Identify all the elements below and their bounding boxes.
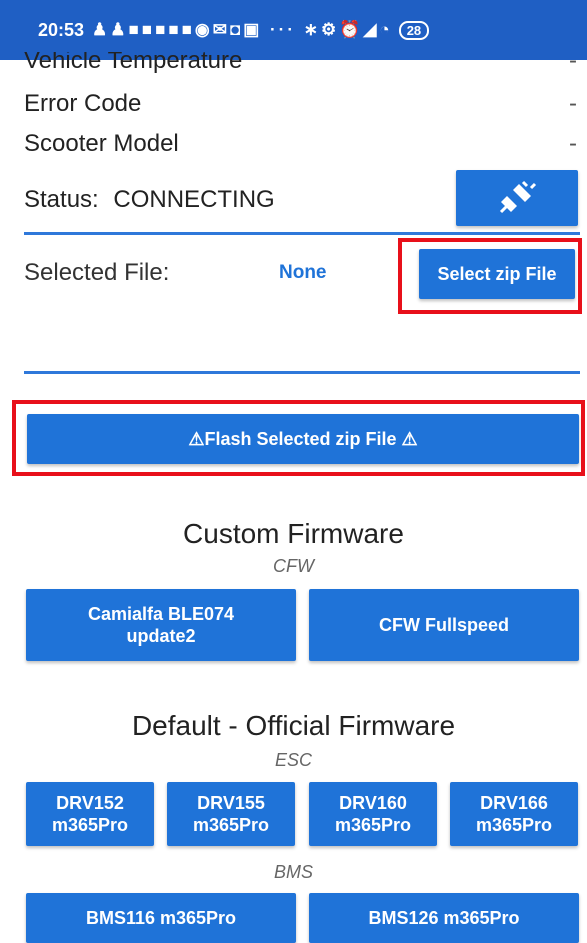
- cfw-label: CFW: [273, 556, 314, 576]
- bms116-button[interactable]: BMS116 m365Pro: [26, 893, 296, 943]
- connect-button[interactable]: [456, 170, 578, 226]
- button-line: CFW Fullspeed: [379, 615, 509, 635]
- esc-drv152-button[interactable]: DRV152 m365Pro: [26, 782, 154, 846]
- selected-file-label: Selected File:: [24, 259, 170, 286]
- button-line: DRV152: [56, 793, 124, 813]
- status-value: CONNECTING: [113, 186, 275, 213]
- esc-drv160-button[interactable]: DRV160 m365Pro: [309, 782, 437, 846]
- info-row-scooter-model: Scooter Model -: [24, 130, 577, 158]
- info-value: -: [569, 52, 577, 74]
- button-line: m365Pro: [51, 815, 129, 835]
- esc-label: ESC: [274, 750, 312, 770]
- button-line: DRV155: [197, 793, 265, 813]
- flash-selected-zip-button[interactable]: ⚠Flash Selected zip File ⚠: [27, 414, 579, 464]
- divider: [24, 371, 580, 374]
- custom-firmware-title: Custom Firmware: [183, 518, 404, 549]
- select-zip-file-button[interactable]: Select zip File: [419, 249, 575, 299]
- notification-icons: ♟♟■■■■■◉✉◘▣ ··· ∗⚙⏰◢◔: [92, 20, 393, 39]
- button-line: DRV160: [339, 793, 407, 813]
- cfw-camialfa-button[interactable]: Camialfa BLE074 update2: [26, 589, 296, 661]
- info-row-temperature: Vehicle Temperature -: [24, 52, 577, 76]
- info-label: Error Code: [24, 90, 142, 117]
- bms-label: BMS: [273, 862, 313, 882]
- status-label: Status:: [24, 186, 99, 213]
- status-line: Status: CONNECTING: [24, 186, 275, 214]
- divider: [24, 232, 580, 235]
- info-label: Scooter Model: [24, 130, 179, 157]
- info-value: -: [569, 90, 577, 117]
- cfw-fullspeed-button[interactable]: CFW Fullspeed: [309, 589, 579, 661]
- button-line: Camialfa BLE074: [87, 604, 235, 624]
- clock: 20:53: [38, 19, 85, 40]
- selected-file-value: None: [279, 262, 327, 283]
- battery-level: 28: [406, 22, 422, 38]
- button-line: m365Pro: [192, 815, 270, 835]
- info-row-error-code: Error Code -: [24, 90, 577, 118]
- button-line: m365Pro: [334, 815, 412, 835]
- button-line: m365Pro: [475, 815, 553, 835]
- button-line: DRV166: [480, 793, 548, 813]
- plug-connect-icon: [499, 180, 537, 214]
- info-label: Vehicle Temperature: [24, 52, 243, 74]
- status-bar: 20:53 ♟♟■■■■■◉✉◘▣ ··· ∗⚙⏰◢◔ 28: [0, 0, 587, 60]
- esc-drv166-button[interactable]: DRV166 m365Pro: [450, 782, 578, 846]
- button-line: update2: [126, 626, 196, 646]
- bms126-button[interactable]: BMS126 m365Pro: [309, 893, 579, 943]
- info-value: -: [569, 130, 577, 157]
- esc-drv155-button[interactable]: DRV155 m365Pro: [167, 782, 295, 846]
- official-firmware-title: Default - Official Firmware: [131, 710, 456, 741]
- battery-icon: 28: [398, 20, 430, 40]
